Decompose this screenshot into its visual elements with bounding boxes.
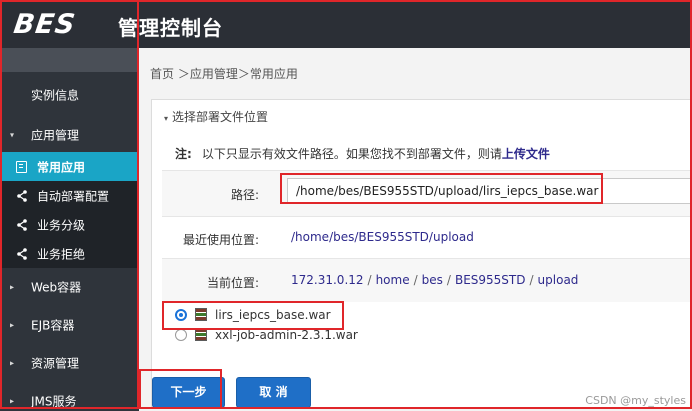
file-name: xxl-job-admin-2.3.1.war [215, 328, 358, 342]
sidebar-item-label: 自动部署配置 [37, 189, 110, 203]
chevron-right-icon: ▸ [10, 320, 15, 330]
path-segment[interactable]: BES955STD [455, 273, 526, 287]
sidebar-item-jms-service[interactable]: ▸ JMS服务 [0, 382, 139, 411]
share-icon [17, 189, 27, 202]
main-content: 首页 ＞应用管理＞常用应用 ▾ 选择部署文件位置 注: 以下只显示有效文件路径。如果… [139, 48, 692, 411]
war-file-icon [195, 328, 207, 341]
sidebar-item-label: 实例信息 [31, 88, 80, 103]
file-radio[interactable] [175, 309, 187, 321]
chevron-down-icon: ▾ [10, 130, 15, 140]
panel-title: 选择部署文件位置 [172, 110, 269, 124]
sidebar-item-label: 常用应用 [37, 160, 86, 174]
sidebar-item-label: EJB容器 [31, 318, 75, 333]
upload-file-link[interactable]: 上传文件 [502, 147, 550, 161]
path-input[interactable] [287, 178, 692, 204]
sidebar-item-label: 业务分级 [37, 218, 86, 232]
path-label: 路径: [230, 188, 259, 202]
sidebar-item-ejb-container[interactable]: ▸ EJB容器 [0, 306, 139, 344]
app-title: 管理控制台 [118, 16, 223, 40]
app-header: BES 管理控制台 [0, 0, 692, 48]
current-label: 当前位置: [206, 276, 259, 290]
note-text: 注: 以下只显示有效文件路径。如果您找不到部署文件，则请上传文件 [175, 145, 550, 162]
sidebar-item-business-reject[interactable]: 业务拒绝 [0, 239, 139, 268]
chevron-right-icon: ▸ [10, 282, 15, 292]
chevron-down-icon: ▾ [164, 114, 169, 123]
panel-header[interactable]: ▾ 选择部署文件位置 [164, 108, 268, 125]
note-label: 注: [175, 147, 192, 161]
next-button[interactable]: 下一步 [152, 377, 225, 408]
file-name: lirs_iepcs_base.war [215, 308, 331, 322]
sidebar-item-label: 资源管理 [31, 356, 80, 371]
sidebar-item-label: 业务拒绝 [37, 247, 86, 261]
sidebar-item-label: Web容器 [31, 280, 82, 295]
watermark: CSDN @my_styles [585, 394, 686, 407]
war-file-icon [195, 308, 207, 321]
note-message: 以下只显示有效文件路径。如果您找不到部署文件，则请 [201, 147, 502, 161]
document-icon [16, 160, 27, 173]
share-icon [17, 247, 27, 260]
recent-label: 最近使用位置: [182, 233, 259, 247]
bes-logo: BES [11, 9, 78, 40]
chevron-right-icon: ▸ [10, 396, 15, 406]
path-segment[interactable]: upload [538, 273, 579, 287]
sidebar-item-web-container[interactable]: ▸ Web容器 [0, 268, 139, 306]
cancel-button[interactable]: 取 消 [236, 377, 311, 408]
chevron-right-icon: ▸ [10, 358, 15, 368]
path-segment[interactable]: bes [422, 273, 443, 287]
recent-location-link[interactable]: /home/bes/BES955STD/upload [291, 230, 474, 244]
share-icon [17, 218, 27, 231]
breadcrumb: 首页 ＞应用管理＞常用应用 [150, 67, 298, 81]
path-segment[interactable]: home [376, 273, 410, 287]
sidebar: 实例信息 ▾ 应用管理 常用应用 自动部署配置 业务分级 业务拒绝 ▸ Web容… [0, 48, 139, 411]
path-segment[interactable]: 172.31.0.12 [291, 273, 364, 287]
sidebar-top-bar [0, 48, 139, 72]
sidebar-item-instance-info[interactable]: 实例信息 [0, 72, 139, 118]
sidebar-item-app-management[interactable]: ▾ 应用管理 [0, 118, 139, 152]
sidebar-item-label: JMS服务 [31, 394, 77, 409]
current-location-path: 172.31.0.12/home / bes / BES955STD / upload [291, 273, 579, 287]
sidebar-item-auto-deploy[interactable]: 自动部署配置 [0, 181, 139, 210]
file-radio[interactable] [175, 329, 187, 341]
sidebar-item-business-grading[interactable]: 业务分级 [0, 210, 139, 239]
sidebar-item-label: 应用管理 [31, 128, 80, 143]
sidebar-item-resource-management[interactable]: ▸ 资源管理 [0, 344, 139, 382]
sidebar-item-common-apps[interactable]: 常用应用 [0, 152, 139, 181]
